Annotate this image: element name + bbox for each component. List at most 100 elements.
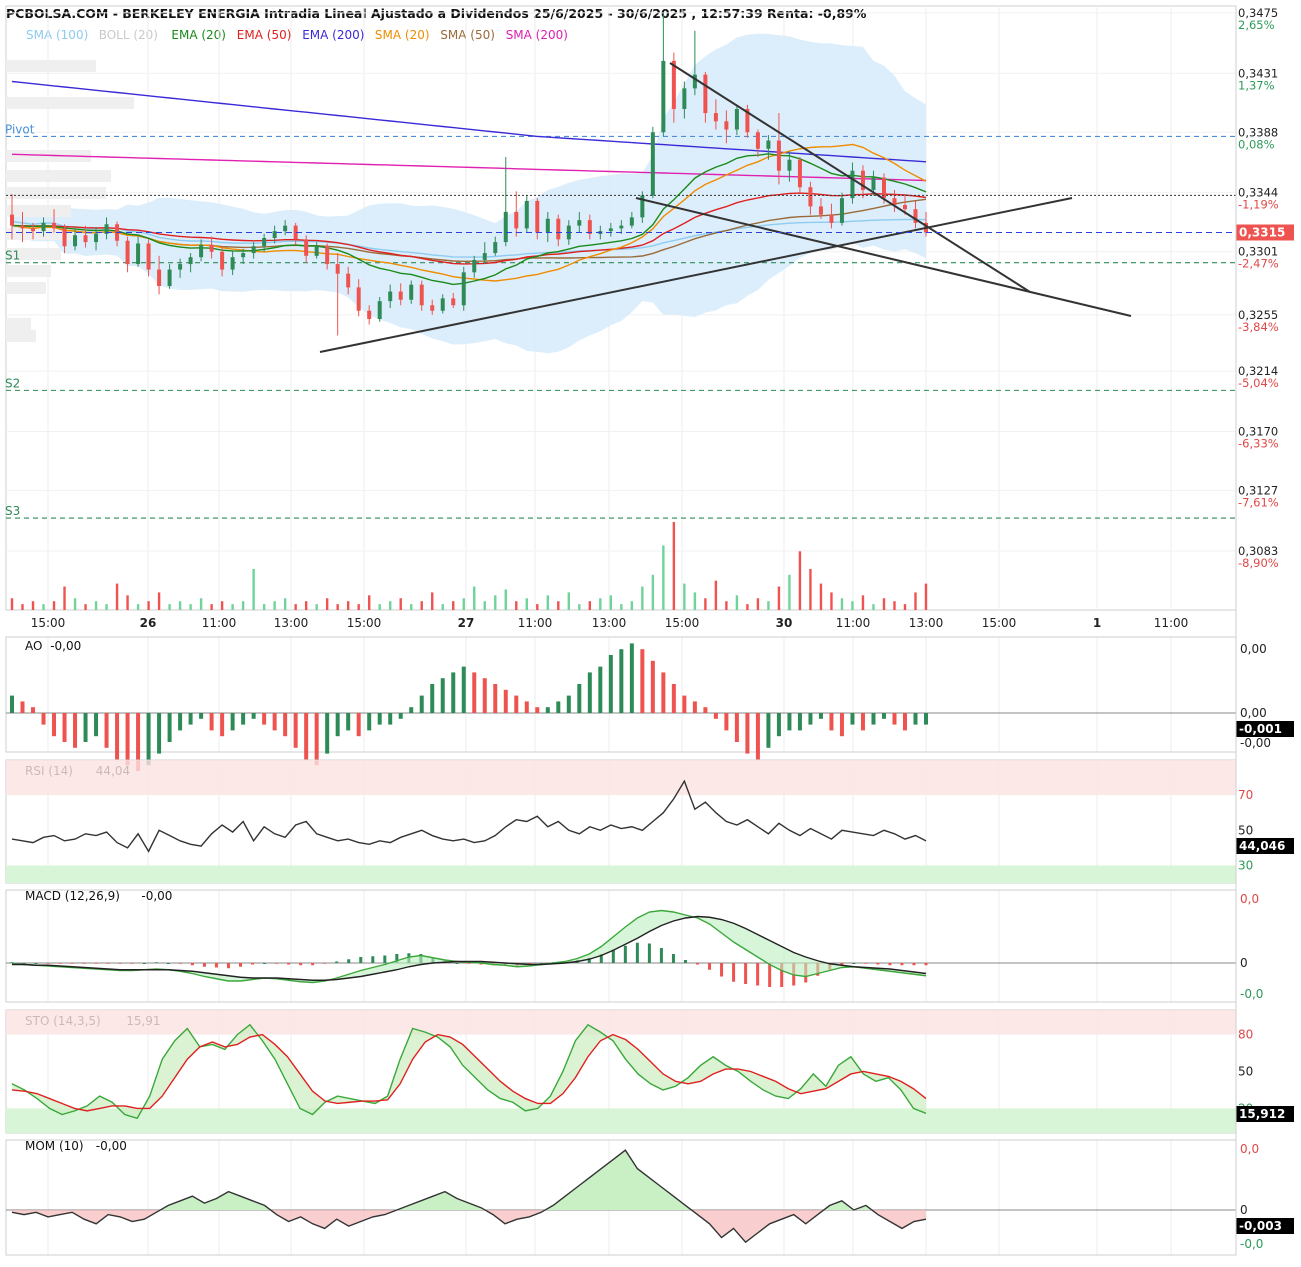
macd-hist-bar	[166, 963, 170, 964]
macd-hist-bar	[263, 963, 267, 964]
ao-bar	[608, 655, 613, 713]
volume-bar	[10, 598, 14, 610]
volume-bar	[431, 592, 434, 610]
x-tick-label: 30	[776, 616, 793, 630]
volume-bar	[557, 601, 560, 610]
indicator-value: 15,912	[1239, 1107, 1285, 1121]
macd-hist-bar	[347, 959, 351, 963]
volume-bar	[157, 592, 161, 610]
volume-bar	[861, 595, 865, 610]
indicator-title: MOM (10)	[25, 1139, 84, 1153]
volume-bar	[578, 604, 581, 610]
volume-bar	[651, 574, 655, 610]
ao-bar	[892, 713, 897, 725]
ao-bar	[808, 713, 813, 725]
macd-hist-bar	[744, 963, 748, 984]
ao-bar	[482, 678, 487, 713]
stock-chart: PCBOLSA.COM - BERKELEY ENERGIA Intradia …	[0, 0, 1301, 1263]
chart-svg: PCBOLSA.COM - BERKELEY ENERGIA Intradia …	[0, 0, 1301, 1263]
candle-body	[850, 170, 855, 199]
volume-bar	[241, 601, 245, 610]
y-tick-pct: -2,47%	[1238, 257, 1279, 271]
indicator-value-label: -0,00	[50, 639, 81, 653]
volume-bar	[210, 604, 213, 610]
volume-bar	[168, 604, 171, 610]
y-tick-pct: -1,19%	[1238, 198, 1279, 212]
volume-bar	[872, 604, 875, 610]
volume-bar	[714, 580, 718, 610]
candle-body	[398, 291, 403, 300]
candle-body	[535, 200, 540, 233]
x-tick-label: 11:00	[202, 616, 237, 630]
y-tick-pct: 2,65%	[1238, 18, 1275, 32]
ao-bar	[10, 695, 14, 713]
macd-hist-bar	[611, 949, 615, 963]
candle-body	[734, 108, 739, 130]
indicator-axis-label: 0,00	[1240, 642, 1267, 656]
x-tick-label: 1	[1093, 616, 1101, 630]
ao-bar	[209, 713, 214, 731]
volume-bar	[410, 604, 413, 610]
ao-bar	[356, 713, 361, 737]
ao-bar	[419, 695, 424, 713]
volume-bar	[746, 604, 749, 610]
candle-body	[503, 211, 508, 243]
ao-bar	[157, 713, 162, 754]
candle-body	[661, 60, 666, 133]
candle-body	[493, 242, 498, 254]
volume-bar	[662, 545, 665, 610]
candle-body	[62, 228, 67, 247]
sto-oversold-zone	[6, 1108, 1236, 1133]
volume-bar	[189, 604, 192, 610]
volume-bar	[115, 583, 119, 610]
volume-bar	[52, 601, 56, 610]
ao-bar	[924, 713, 928, 725]
x-tick-label: 13:00	[592, 616, 627, 630]
candle-body	[461, 272, 466, 306]
volume-bar	[630, 601, 634, 610]
indicator-axis-label: 0	[1240, 956, 1248, 970]
volume-bar	[756, 598, 760, 610]
macd-hist-bar	[455, 963, 459, 964]
y-tick-pct: -5,04%	[1238, 376, 1279, 390]
volume-bar	[399, 598, 402, 610]
volume-bar	[220, 601, 224, 610]
volume-profile-bar	[6, 318, 31, 330]
y-tick-pct: 0,08%	[1238, 137, 1275, 151]
macd-hist-bar	[900, 963, 904, 966]
candle-body	[73, 235, 78, 247]
candle-body	[724, 121, 729, 130]
volume-profile-bar	[6, 282, 46, 294]
macd-hist-bar	[178, 963, 182, 964]
ao-bar	[304, 713, 309, 760]
ao-bar	[73, 713, 78, 748]
macd-hist-bar	[696, 963, 699, 965]
legend-item: BOLL (20)	[99, 28, 158, 42]
ao-bar	[787, 713, 792, 731]
macd-hist-bar	[671, 954, 675, 963]
candle-body	[776, 140, 781, 171]
candle-body	[283, 225, 288, 232]
macd-hist-bar	[635, 942, 639, 963]
candle-body	[377, 301, 382, 319]
ao-bar	[776, 713, 781, 737]
volume-bar	[735, 595, 739, 610]
ao-bar	[262, 713, 267, 725]
candle-body	[52, 222, 57, 229]
indicator-value-label: -0,00	[96, 1139, 127, 1153]
ao-bar	[146, 713, 151, 766]
macd-hist-bar	[864, 963, 868, 964]
volume-bar	[882, 598, 886, 610]
volume-bar	[777, 586, 781, 610]
x-tick-label: 11:00	[1154, 616, 1189, 630]
ao-bar	[94, 713, 99, 737]
macd-hist-bar	[311, 963, 315, 966]
ao-bar	[577, 684, 582, 713]
legend-item: EMA (50)	[237, 28, 292, 42]
ao-bar	[125, 713, 130, 766]
indicator-value-label: -0,00	[141, 889, 172, 903]
candle-body	[20, 225, 25, 229]
ao-bar	[283, 713, 288, 737]
candle-body	[797, 159, 802, 188]
legend-item: SMA (100)	[26, 28, 88, 42]
